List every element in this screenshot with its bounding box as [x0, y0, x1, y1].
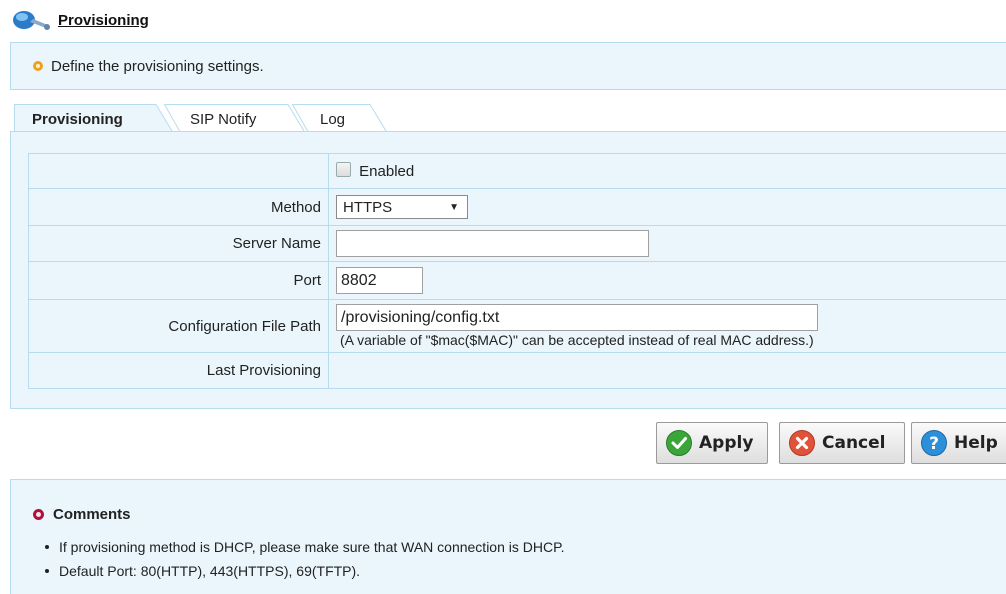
page-header: Provisioning	[10, 6, 149, 34]
port-input[interactable]: 8802	[336, 267, 423, 294]
row-enabled: Enabled	[28, 153, 1006, 189]
apply-label: Apply	[699, 433, 754, 453]
check-icon	[666, 430, 692, 456]
comments-list: If provisioning method is DHCP, please m…	[45, 535, 565, 583]
method-select[interactable]: HTTPS ▼	[336, 195, 468, 219]
page-title[interactable]: Provisioning	[58, 12, 149, 29]
comments-title: Comments	[53, 506, 131, 523]
tab-log-label: Log	[320, 110, 346, 128]
row-method: Method HTTPS ▼	[28, 188, 1006, 226]
last-provisioning-label: Last Provisioning	[28, 352, 329, 389]
help-label: Help	[954, 433, 998, 453]
row-server-name: Server Name	[28, 225, 1006, 262]
enabled-checkbox[interactable]	[336, 162, 351, 177]
help-icon: ?	[921, 430, 947, 456]
comment-item: If provisioning method is DHCP, please m…	[45, 535, 565, 559]
cancel-label: Cancel	[822, 433, 886, 453]
tab-provisioning[interactable]: Provisioning	[14, 104, 174, 134]
description-text: Define the provisioning settings.	[51, 57, 264, 75]
config-path-label: Configuration File Path	[28, 299, 329, 353]
row-last-provisioning: Last Provisioning	[28, 352, 1006, 389]
port-label: Port	[28, 261, 329, 300]
tab-sip-notify[interactable]: SIP Notify	[164, 104, 306, 134]
config-path-input[interactable]: /provisioning/config.txt	[336, 304, 818, 331]
dropdown-arrow-icon: ▼	[449, 201, 459, 213]
cancel-button[interactable]: Cancel	[779, 422, 905, 464]
tab-sip-notify-label: SIP Notify	[190, 110, 257, 128]
close-icon	[789, 430, 815, 456]
method-label: Method	[28, 188, 329, 226]
settings-table: Enabled Method HTTPS ▼ Server Name Port …	[28, 153, 1006, 389]
server-name-input[interactable]	[336, 230, 649, 257]
settings-panel: Enabled Method HTTPS ▼ Server Name Port …	[10, 131, 1006, 409]
server-name-label: Server Name	[28, 225, 329, 262]
description-bar: Define the provisioning settings.	[10, 42, 1006, 90]
tab-log[interactable]: Log	[292, 104, 388, 134]
comments-bullet-icon	[33, 509, 44, 520]
row-port: Port 8802	[28, 261, 1006, 300]
comments-heading: Comments	[33, 506, 131, 523]
last-provisioning-value	[328, 352, 1006, 389]
comment-item: Default Port: 80(HTTP), 443(HTTPS), 69(T…	[45, 559, 565, 583]
config-path-note: (A variable of "$mac($MAC)" can be accep…	[340, 332, 814, 348]
help-button[interactable]: ? Help	[911, 422, 1006, 464]
comments-panel: Comments If provisioning method is DHCP,…	[10, 479, 1006, 594]
apply-button[interactable]: Apply	[656, 422, 768, 464]
svg-text:?: ?	[929, 434, 939, 454]
enabled-label: Enabled	[359, 163, 415, 180]
row-config-path: Configuration File Path /provisioning/co…	[28, 299, 1006, 353]
info-bullet-icon	[33, 61, 43, 71]
method-select-value: HTTPS	[343, 198, 393, 216]
tab-provisioning-label: Provisioning	[32, 110, 123, 128]
wrench-globe-icon	[13, 11, 50, 30]
